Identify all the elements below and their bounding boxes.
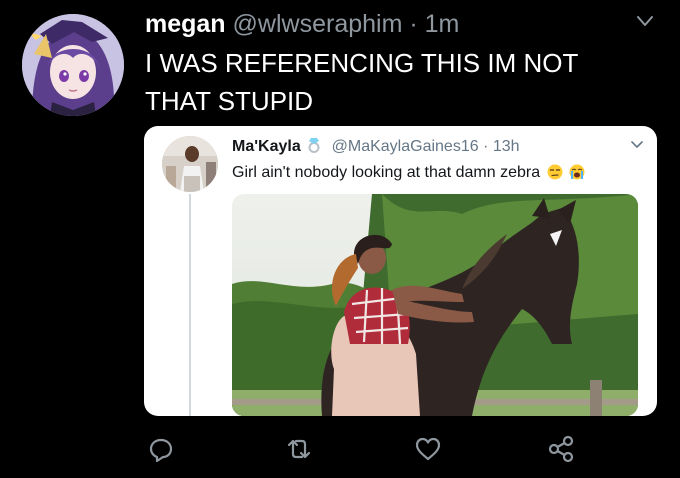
quoted-tweet-text: Girl ain't nobody looking at that damn z… <box>232 162 585 184</box>
reply-icon[interactable] <box>146 434 176 464</box>
anime-character-avatar <box>22 14 124 116</box>
avatar[interactable] <box>22 14 124 116</box>
quoted-photo[interactable] <box>232 194 638 416</box>
ring-emoji-icon <box>308 138 320 153</box>
tweet-actions <box>0 434 680 474</box>
quoted-tweet-timestamp[interactable]: 13h <box>493 138 520 155</box>
share-icon[interactable] <box>546 434 576 464</box>
quoted-user-handle[interactable]: @MaKaylaGaines16 <box>332 138 479 155</box>
quoted-separator-dot: · <box>483 138 489 155</box>
separator-dot: · <box>409 10 418 38</box>
like-icon[interactable] <box>413 434 443 464</box>
thread-line <box>189 194 191 416</box>
quoted-tweet-header: Ma'Kayla @MaKaylaGaines16 · 13h <box>232 137 520 157</box>
quoted-tweet-text-body: Girl ain't nobody looking at that damn z… <box>232 164 541 181</box>
quoted-avatar[interactable] <box>162 136 218 192</box>
quoted-avatar-photo <box>162 136 218 192</box>
photo-woman-petting-horse <box>232 194 638 416</box>
tweet-header: megan @wlwseraphim · 1m <box>145 8 459 40</box>
tweet-text: I WAS REFERENCING THIS IM NOT THAT STUPI… <box>145 48 578 116</box>
quoted-display-name[interactable]: Ma'Kayla <box>232 138 301 155</box>
unamused-face-emoji <box>547 164 563 180</box>
display-name[interactable]: megan <box>145 10 226 38</box>
chevron-down-icon[interactable] <box>636 14 654 28</box>
chevron-down-icon[interactable] <box>631 140 643 149</box>
quoted-tweet-card[interactable]: Ma'Kayla @MaKaylaGaines16 · 13h Girl ain… <box>144 126 657 416</box>
user-handle[interactable]: @wlwseraphim <box>233 10 403 38</box>
tweet-timestamp[interactable]: 1m <box>425 10 460 38</box>
loudly-crying-face-emoji <box>569 164 585 180</box>
retweet-icon[interactable] <box>284 434 314 464</box>
